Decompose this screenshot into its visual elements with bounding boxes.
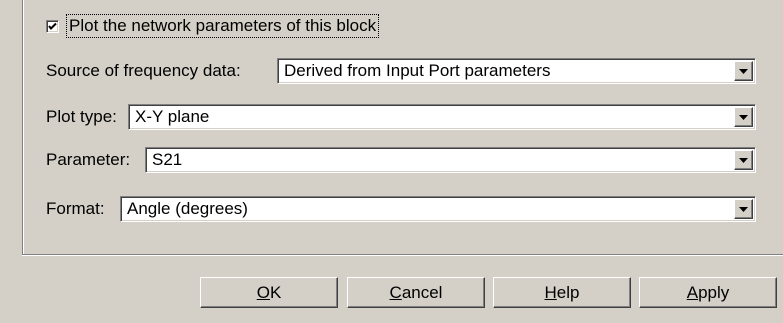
plot-type-dropdown[interactable]: X-Y plane xyxy=(128,104,756,130)
source-frequency-value: Derived from Input Port parameters xyxy=(284,61,551,80)
ok-label-rest: K xyxy=(269,282,282,302)
cancel-button[interactable]: Cancel xyxy=(347,277,485,308)
format-dropdown-button[interactable] xyxy=(734,199,753,219)
parameter-label: Parameter: xyxy=(46,150,131,169)
dialog: Plot the network parameters of this bloc… xyxy=(0,0,783,323)
plot-type-dropdown-button[interactable] xyxy=(734,107,753,127)
format-dropdown[interactable]: Angle (degrees) xyxy=(120,196,756,222)
chevron-down-icon xyxy=(739,157,748,163)
source-frequency-dropdown[interactable]: Derived from Input Port parameters xyxy=(277,58,756,84)
ok-mnemonic: O xyxy=(256,282,270,302)
apply-mnemonic: A xyxy=(686,282,699,302)
source-frequency-dropdown-button[interactable] xyxy=(734,61,753,81)
cancel-label-rest: ancel xyxy=(401,282,443,302)
apply-label-rest: pply xyxy=(698,282,730,302)
apply-button[interactable]: Apply xyxy=(639,277,777,308)
plot-network-parameters-checkbox-row[interactable]: Plot the network parameters of this bloc… xyxy=(46,13,380,39)
parameter-dropdown-button[interactable] xyxy=(734,150,753,170)
source-frequency-row: Source of frequency data: xyxy=(46,58,241,84)
source-frequency-label: Source of frequency data: xyxy=(46,61,241,80)
plot-type-label: Plot type: xyxy=(46,107,117,126)
format-row: Format: xyxy=(46,196,105,222)
format-label: Format: xyxy=(46,199,105,218)
plot-type-value: X-Y plane xyxy=(135,107,210,126)
parameter-value: S21 xyxy=(152,150,183,169)
plot-network-parameters-label[interactable]: Plot the network parameters of this bloc… xyxy=(66,14,380,38)
plot-network-parameters-checkbox[interactable] xyxy=(46,19,59,33)
help-button[interactable]: Help xyxy=(493,277,631,308)
cancel-mnemonic: C xyxy=(389,282,402,302)
checkmark-icon xyxy=(48,22,57,30)
format-value: Angle (degrees) xyxy=(127,199,248,218)
ok-button[interactable]: OK xyxy=(200,277,338,308)
help-label-rest: elp xyxy=(556,282,580,302)
parameter-row: Parameter: xyxy=(46,147,130,173)
help-mnemonic: H xyxy=(544,282,557,302)
parameter-dropdown[interactable]: S21 xyxy=(145,147,756,173)
chevron-down-icon xyxy=(739,206,748,212)
plot-type-row: Plot type: xyxy=(46,104,117,130)
chevron-down-icon xyxy=(739,114,748,120)
chevron-down-icon xyxy=(739,68,748,74)
